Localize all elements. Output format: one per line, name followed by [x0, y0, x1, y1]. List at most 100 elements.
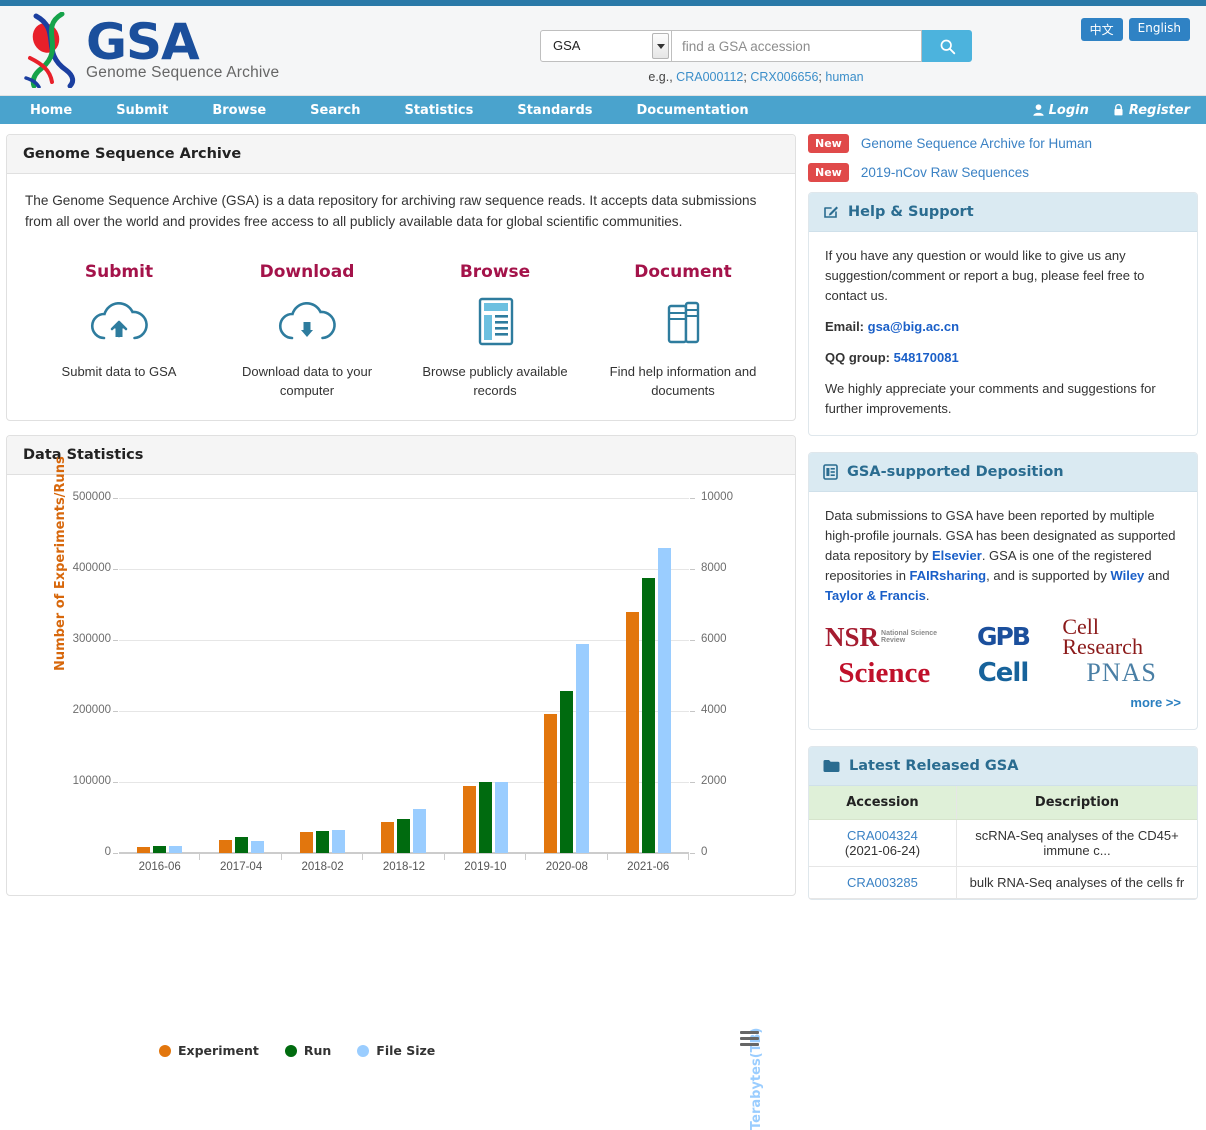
- journal-logo-cell[interactable]: Cell: [978, 663, 1029, 683]
- y-axis-left-tick: [113, 853, 118, 854]
- email-link[interactable]: gsa@big.ac.cn: [868, 319, 959, 334]
- nav-item-browse[interactable]: Browse: [190, 103, 288, 118]
- accession-link[interactable]: CRA003285: [817, 875, 948, 890]
- example-link-2[interactable]: CRX006656: [750, 70, 818, 84]
- nav-item-submit[interactable]: Submit: [94, 103, 190, 118]
- chart-bar[interactable]: [463, 786, 476, 853]
- search-input[interactable]: [672, 30, 922, 62]
- chart-bar[interactable]: [544, 714, 557, 853]
- quick-link-download[interactable]: Download Download data to your computer: [213, 262, 401, 400]
- lang-english-button[interactable]: English: [1129, 18, 1190, 41]
- chart-bar[interactable]: [576, 644, 589, 853]
- chart-bar[interactable]: [316, 831, 329, 853]
- more-link[interactable]: more >>: [1130, 695, 1181, 710]
- news-list: New Genome Sequence Archive for Human Ne…: [808, 134, 1198, 182]
- journal-logo-science[interactable]: Science: [838, 663, 930, 683]
- legend-item-experiment[interactable]: Experiment: [159, 1043, 259, 1058]
- chevron-down-icon[interactable]: [652, 33, 669, 59]
- chart-bar[interactable]: [642, 578, 655, 853]
- journal-logo-nsr[interactable]: NSRNational Science Review: [825, 627, 944, 647]
- x-axis-tick: [525, 853, 526, 860]
- data-statistics-chart: Number of Experiments/Runs Terabytes(TB)…: [7, 475, 795, 895]
- quick-link-browse[interactable]: Browse Browse: [401, 262, 589, 400]
- qq-label: QQ group:: [825, 350, 890, 365]
- lock-icon: [1113, 104, 1124, 116]
- y-axis-left-tick: [113, 498, 118, 499]
- wiley-link[interactable]: Wiley: [1110, 568, 1144, 583]
- nav-item-statistics[interactable]: Statistics: [382, 103, 495, 118]
- nav-item-home[interactable]: Home: [0, 103, 94, 118]
- search-area: GSA e.g., CRA000112; CRX006656; human: [540, 30, 972, 84]
- search-button[interactable]: [922, 30, 972, 62]
- search-database-select[interactable]: GSA: [540, 30, 672, 62]
- chart-bar[interactable]: [300, 832, 313, 853]
- journal-logo-cell-research[interactable]: Cell Research: [1062, 617, 1181, 657]
- y-axis-left-tick: [113, 711, 118, 712]
- login-button[interactable]: Login: [1033, 103, 1089, 118]
- chart-bar[interactable]: [495, 782, 508, 853]
- chart-bar[interactable]: [560, 691, 573, 853]
- example-link-1[interactable]: CRA000112: [676, 70, 743, 84]
- chart-bar[interactable]: [413, 809, 426, 853]
- x-axis-tick-label: 2018-12: [363, 861, 444, 873]
- news-item[interactable]: New Genome Sequence Archive for Human: [808, 134, 1198, 153]
- nav-item-documentation[interactable]: Documentation: [615, 103, 771, 118]
- chart-bar[interactable]: [153, 846, 166, 853]
- chart-bar[interactable]: [658, 548, 671, 853]
- chart-bar[interactable]: [381, 822, 394, 853]
- lang-chinese-button[interactable]: 中文: [1081, 18, 1123, 41]
- help-intro-text: If you have any question or would like t…: [825, 246, 1181, 306]
- nav-item-search[interactable]: Search: [288, 103, 382, 118]
- nav-item-standards[interactable]: Standards: [495, 103, 614, 118]
- y-axis-left-tick-label: 500000: [29, 491, 111, 503]
- dna-helix-icon: [22, 12, 84, 88]
- quick-link-submit[interactable]: Submit Submit data to GSA: [25, 262, 213, 400]
- new-badge: New: [808, 163, 849, 182]
- table-row[interactable]: CRA003285bulk RNA-Seq analyses of the ce…: [809, 867, 1197, 899]
- chart-bar[interactable]: [626, 612, 639, 853]
- taylor-francis-link[interactable]: Taylor & Francis: [825, 588, 926, 603]
- journal-logo-pnas[interactable]: PNAS: [1086, 663, 1156, 683]
- accession-link[interactable]: CRA004324: [817, 828, 948, 843]
- chart-bar[interactable]: [397, 819, 410, 853]
- legend-label-experiment: Experiment: [178, 1043, 259, 1058]
- table-row[interactable]: CRA004324(2021-06-24)scRNA-Seq analyses …: [809, 820, 1197, 867]
- x-axis-tick-label: 2017-04: [200, 861, 281, 873]
- logo-title: GSA: [86, 16, 279, 68]
- example-link-3[interactable]: human: [825, 70, 863, 84]
- legend-item-filesize[interactable]: File Size: [357, 1043, 435, 1058]
- language-switcher: 中文 English: [1081, 18, 1190, 41]
- chart-bar[interactable]: [169, 846, 182, 853]
- chart-bar[interactable]: [479, 782, 492, 853]
- news-link-ncov[interactable]: 2019-nCov Raw Sequences: [861, 165, 1029, 180]
- chart-bar-group: [526, 498, 607, 853]
- cloud-download-icon: [223, 294, 391, 350]
- x-axis-tick: [444, 853, 445, 860]
- qq-value[interactable]: 548170081: [894, 350, 959, 365]
- quick-link-document[interactable]: Document Find help information: [589, 262, 777, 400]
- legend-item-run[interactable]: Run: [285, 1043, 331, 1058]
- news-link-human[interactable]: Genome Sequence Archive for Human: [861, 136, 1092, 151]
- chart-bar[interactable]: [332, 830, 345, 853]
- chart-bar[interactable]: [235, 837, 248, 853]
- elsevier-link[interactable]: Elsevier: [932, 548, 982, 563]
- help-support-card: Help & Support If you have any question …: [808, 192, 1198, 436]
- legend-label-filesize: File Size: [376, 1043, 435, 1058]
- chart-bar[interactable]: [137, 847, 150, 853]
- fairsharing-link[interactable]: FAIRsharing: [910, 568, 987, 583]
- chart-bar-group: [363, 498, 444, 853]
- chart-bar[interactable]: [219, 840, 232, 853]
- journal-logo-gpb[interactable]: GPB: [977, 627, 1029, 647]
- news-item[interactable]: New 2019-nCov Raw Sequences: [808, 163, 1198, 182]
- site-logo[interactable]: GSA Genome Sequence Archive: [22, 12, 279, 88]
- latest-released-table: Accession Description CRA004324(2021-06-…: [809, 786, 1197, 899]
- hamburger-menu-icon[interactable]: [740, 1031, 759, 1049]
- deposition-card: GSA-supported Deposition Data submission…: [808, 452, 1198, 730]
- register-button[interactable]: Register: [1113, 103, 1190, 118]
- y-axis-right-tick: [690, 711, 695, 712]
- x-axis-tick-label: 2016-06: [119, 861, 200, 873]
- y-axis-right-tick: [690, 853, 695, 854]
- help-support-title: Help & Support: [848, 204, 974, 220]
- column-header-description: Description: [956, 786, 1197, 820]
- chart-bar[interactable]: [251, 841, 264, 853]
